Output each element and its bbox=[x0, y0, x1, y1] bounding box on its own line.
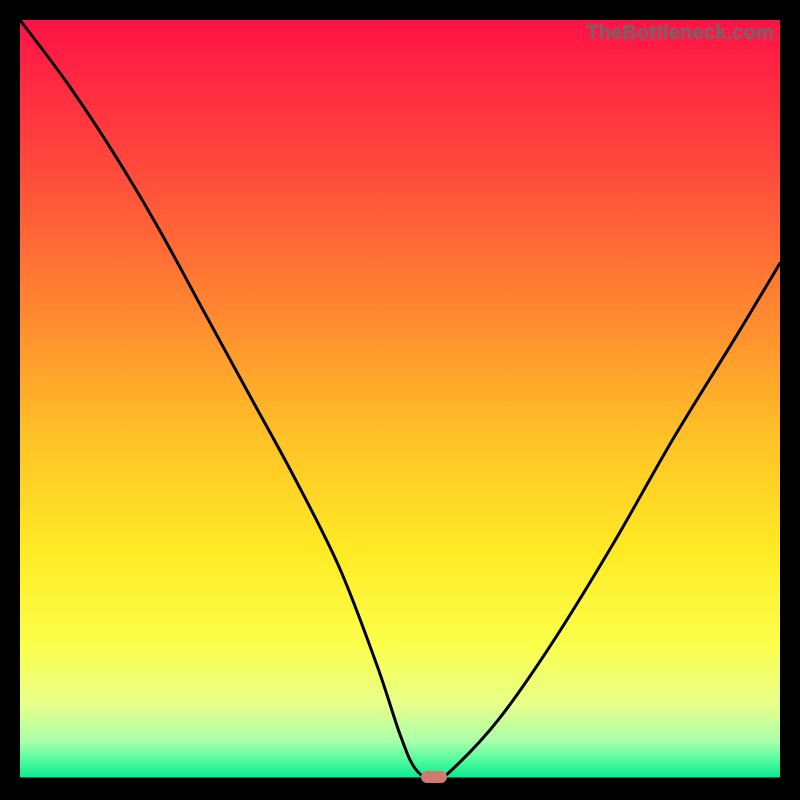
minimum-marker bbox=[421, 771, 447, 783]
plot-area: TheBottleneck.com bbox=[20, 20, 780, 780]
watermark-text: TheBottleneck.com bbox=[586, 22, 774, 45]
chart-frame: TheBottleneck.com bbox=[20, 20, 780, 780]
bottleneck-curve bbox=[20, 20, 780, 780]
